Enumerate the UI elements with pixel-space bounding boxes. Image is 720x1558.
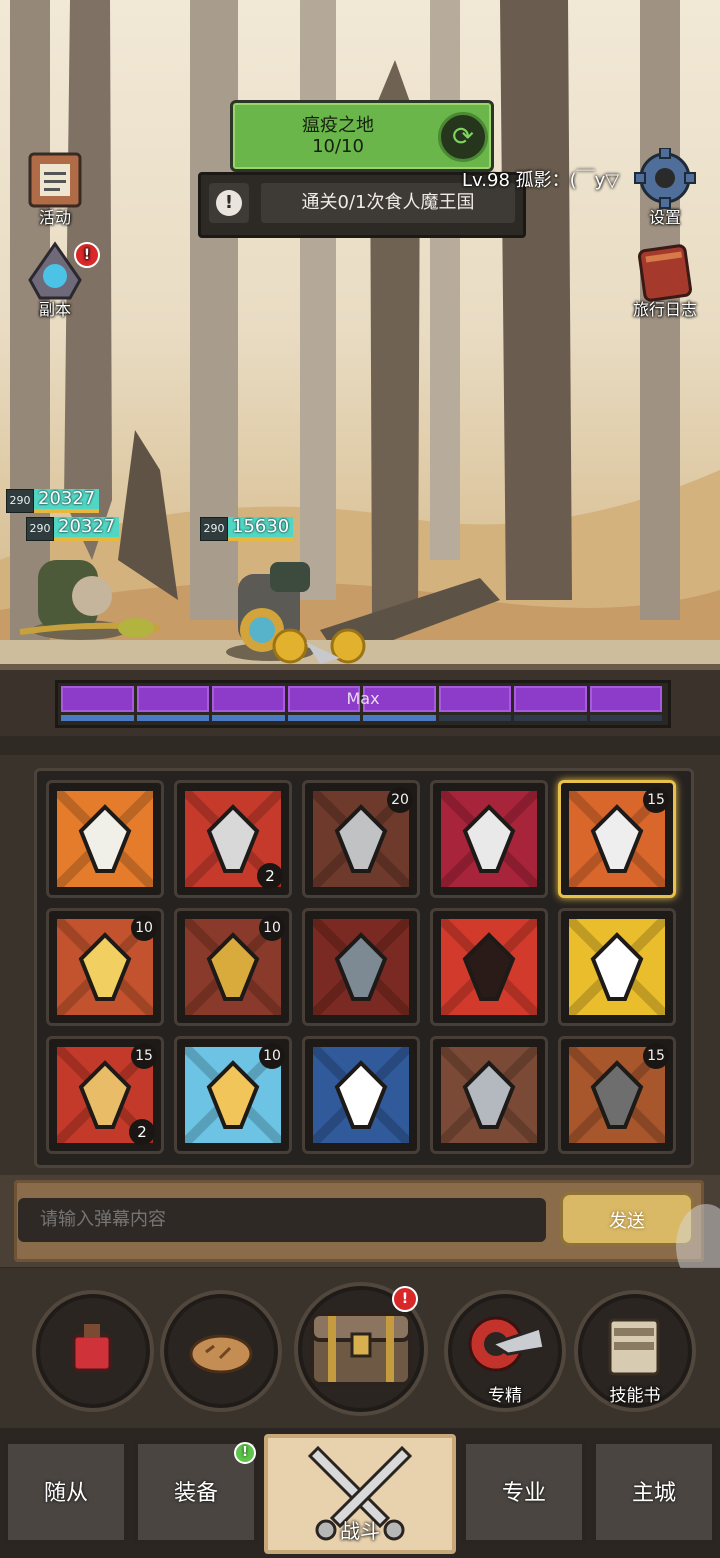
chest-alert-badge: ! bbox=[392, 1286, 418, 1312]
unit-hp-value: 20327 bbox=[34, 489, 100, 513]
skill-slot[interactable]: 15 2 bbox=[46, 1036, 164, 1154]
unit-hp-bar: 290 20327 bbox=[26, 516, 120, 542]
rage-max-label: Max bbox=[346, 689, 380, 708]
heavy-cleave-skill-icon bbox=[441, 791, 537, 887]
unit-level: 290 bbox=[26, 517, 54, 541]
rage-sub-segment bbox=[287, 715, 360, 721]
unit-level: 290 bbox=[6, 489, 34, 513]
skill-slot[interactable] bbox=[430, 1036, 548, 1154]
journal-button[interactable]: 旅行日志 bbox=[620, 240, 710, 320]
mastery-button[interactable]: 专精 bbox=[444, 1290, 566, 1412]
dungeon-alert-badge: ! bbox=[74, 242, 100, 268]
tab-equipment[interactable]: 装备 ! bbox=[134, 1440, 258, 1544]
skill-slot[interactable] bbox=[558, 908, 676, 1026]
refresh-cycle-icon: ⟳ bbox=[452, 122, 474, 152]
skill-slot[interactable]: 15 bbox=[558, 1036, 676, 1154]
rage-bar: Max bbox=[55, 680, 671, 728]
skill-level-badge: 10 bbox=[259, 1043, 285, 1069]
crossed-blade-skill-icon bbox=[313, 919, 409, 1015]
war-mask-skill-icon bbox=[441, 919, 537, 1015]
skill-slot[interactable]: 20 bbox=[302, 780, 420, 898]
dwarf-king-skill-icon bbox=[441, 1047, 537, 1143]
skill-book-button[interactable]: 技能书 bbox=[574, 1290, 696, 1412]
battle-scene: 瘟疫之地 10/10 ⟳ ! 通关0/1次食人魔王国 Lv.98 孤影：(￣y▽… bbox=[0, 0, 720, 730]
unit-hp-bar: 290 20327 bbox=[6, 488, 100, 514]
skill-slot[interactable] bbox=[430, 908, 548, 1026]
skill-level-badge: 15 bbox=[643, 787, 669, 813]
settings-button[interactable]: 设置 bbox=[620, 148, 710, 228]
player-info: Lv.98 孤影：(￣y▽ bbox=[462, 170, 620, 191]
skill-level-badge: 15 bbox=[131, 1043, 157, 1069]
skill-level-badge: 10 bbox=[131, 915, 157, 941]
skill-slot[interactable]: 2 bbox=[174, 780, 292, 898]
skill-stack-count: 2 bbox=[257, 863, 283, 889]
food-button[interactable] bbox=[160, 1290, 282, 1412]
dungeon-button[interactable]: ! 副本 bbox=[10, 240, 100, 320]
rage-sub-segment bbox=[61, 715, 134, 721]
white-shield-skill-icon bbox=[57, 791, 153, 887]
skill-slot[interactable] bbox=[46, 780, 164, 898]
bread-icon bbox=[189, 1334, 253, 1374]
skill-slot[interactable] bbox=[430, 780, 548, 898]
send-button[interactable]: 发送 bbox=[560, 1192, 694, 1246]
tab-profession[interactable]: 专业 bbox=[462, 1440, 586, 1544]
skill-level-badge: 15 bbox=[643, 1043, 669, 1069]
treasure-chest-button[interactable]: ! bbox=[294, 1282, 428, 1416]
auto-challenge-button[interactable]: ⟳ bbox=[438, 112, 488, 162]
mastery-label: 专精 bbox=[488, 1386, 522, 1406]
danmaku-input[interactable] bbox=[18, 1198, 546, 1242]
unit-hp-value: 20327 bbox=[54, 517, 120, 541]
skill-stack-count: 2 bbox=[129, 1119, 155, 1145]
skill-slot[interactable] bbox=[302, 908, 420, 1026]
red-potion-icon bbox=[72, 1324, 112, 1372]
stage-banner[interactable]: 瘟疫之地 10/10 ⟳ bbox=[230, 100, 494, 172]
stage-progress: 10/10 bbox=[312, 136, 364, 157]
dungeon-portal-icon: ! bbox=[20, 240, 100, 302]
event-button[interactable]: 活动 bbox=[10, 148, 100, 228]
skill-level-badge: 20 bbox=[387, 787, 413, 813]
tab-battle[interactable]: 战斗 bbox=[264, 1434, 456, 1554]
blank-card-skill-icon bbox=[313, 1047, 409, 1143]
journal-icon bbox=[630, 240, 700, 302]
rage-sub-segment bbox=[212, 715, 285, 721]
rage-sub-segment bbox=[438, 715, 511, 721]
rage-sub-segment bbox=[136, 715, 209, 721]
stage-name: 瘟疫之地 bbox=[302, 115, 374, 136]
skill-slot[interactable]: 15 bbox=[558, 780, 676, 898]
skill-book-label: 技能书 bbox=[609, 1386, 661, 1406]
event-scroll-icon bbox=[20, 148, 90, 210]
unit-hp-value: 15630 bbox=[228, 517, 294, 541]
tab-battle-label: 战斗 bbox=[340, 1519, 380, 1543]
tab-followers[interactable]: 随从 bbox=[4, 1440, 128, 1544]
rage-sub-segment bbox=[514, 715, 587, 721]
skill-level-badge: 10 bbox=[259, 915, 285, 941]
potion-button[interactable] bbox=[32, 1290, 154, 1412]
skill-slot[interactable]: 10 bbox=[174, 1036, 292, 1154]
rage-sub-segment bbox=[363, 715, 436, 721]
tab-main-city[interactable]: 主城 bbox=[592, 1440, 716, 1544]
skill-slot[interactable]: 10 bbox=[46, 908, 164, 1026]
skill-slot[interactable]: 10 bbox=[174, 908, 292, 1026]
unit-level: 290 bbox=[200, 517, 228, 541]
quest-alert-icon: ! bbox=[209, 183, 249, 223]
rage-sub-segment bbox=[589, 715, 662, 721]
equipment-alert-badge: ! bbox=[234, 1442, 256, 1464]
skill-slot[interactable] bbox=[302, 1036, 420, 1154]
gear-icon bbox=[630, 148, 700, 210]
trident-burst-skill-icon bbox=[569, 919, 665, 1015]
unit-hp-bar: 290 15630 bbox=[200, 516, 294, 542]
tab-equipment-label: 装备 bbox=[173, 1481, 218, 1506]
